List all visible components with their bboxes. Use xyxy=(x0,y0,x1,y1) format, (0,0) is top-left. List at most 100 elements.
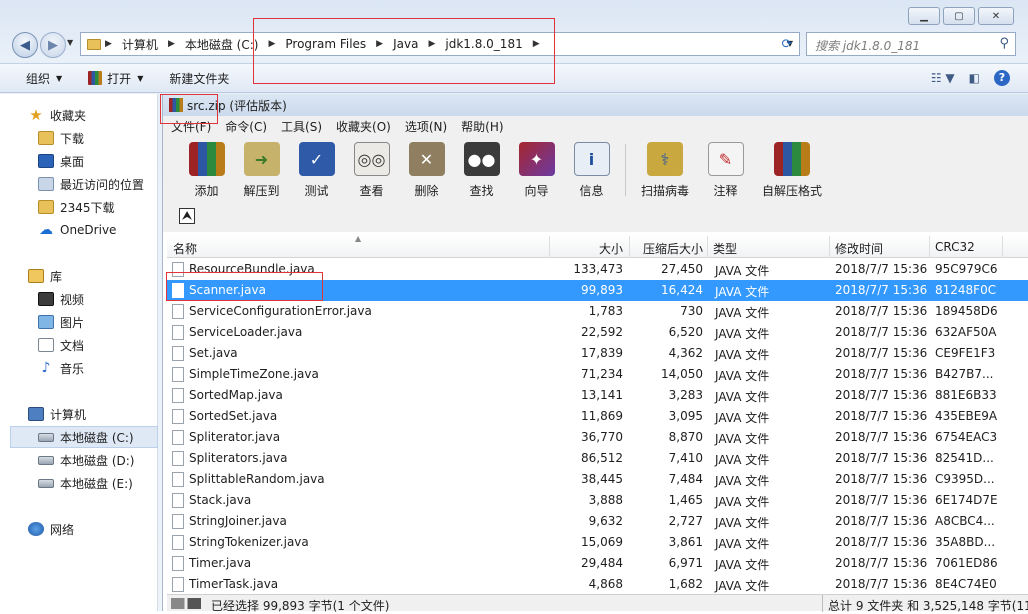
nav-drive-c[interactable]: 本地磁盘 (C:) xyxy=(38,427,134,447)
menu-favorites[interactable]: 收藏夹(O) xyxy=(336,118,391,135)
file-row[interactable]: SortedMap.java 13,141 3,283 JAVA 文件 2018/7/7… xyxy=(167,385,1028,406)
address-bar[interactable]: ▶ 计算机 ▶ 本地磁盘 (C:) ▶ Program Files ▶ Java… xyxy=(80,32,800,56)
col-type[interactable]: 类型 xyxy=(713,240,737,257)
column-divider[interactable] xyxy=(629,236,630,258)
open-button[interactable]: 打开 ▼ xyxy=(88,70,143,87)
column-divider[interactable] xyxy=(549,236,550,258)
breadcrumb-computer[interactable]: 计算机 xyxy=(122,36,158,53)
col-modified[interactable]: 修改时间 xyxy=(835,240,883,257)
nav-desktop[interactable]: 桌面 xyxy=(38,151,84,171)
col-size[interactable]: 大小 xyxy=(599,240,623,257)
refresh-icon[interactable]: ⟳ xyxy=(776,32,798,56)
file-row[interactable]: Set.java 17,839 4,362 JAVA 文件 2018/7/7 15:36… xyxy=(167,343,1028,364)
delete-button[interactable]: ✕ 删除 xyxy=(399,136,454,202)
back-button[interactable]: ◀ xyxy=(12,32,38,58)
organize-button[interactable]: 组织 ▼ xyxy=(26,70,62,87)
file-row[interactable]: SimpleTimeZone.java 71,234 14,050 JAVA 文件 20… xyxy=(167,364,1028,385)
file-row[interactable]: Stack.java 3,888 1,465 JAVA 文件 2018/7/7 15:3… xyxy=(167,490,1028,511)
breadcrumb-separator-icon[interactable]: ▶ xyxy=(376,39,383,49)
file-list-header: 名称 ▲ 大小 压缩后大小 类型 修改时间 CRC32 xyxy=(167,236,1028,258)
menu-command[interactable]: 命令(C) xyxy=(225,118,267,135)
find-button[interactable]: ●● 查找 xyxy=(454,136,509,202)
cell-size: 38,445 xyxy=(581,472,623,486)
nav-library[interactable]: 库 xyxy=(28,266,62,286)
nav-label: 2345下载 xyxy=(60,200,115,215)
file-row[interactable]: ResourceBundle.java 133,473 27,450 JAVA 文件 2… xyxy=(167,259,1028,280)
menu-tools[interactable]: 工具(S) xyxy=(281,118,322,135)
search-icon[interactable]: ⚲ xyxy=(999,36,1009,51)
preview-pane-icon[interactable]: ◧ xyxy=(969,71,980,85)
cell-crc: 7061ED86 xyxy=(935,556,998,570)
help-icon[interactable]: ? xyxy=(994,70,1010,86)
up-folder-icon[interactable]: ⮝ xyxy=(179,208,195,224)
info-button[interactable]: i 信息 xyxy=(564,136,619,202)
breadcrumb-separator-icon[interactable]: ▶ xyxy=(168,39,175,49)
col-packed[interactable]: 压缩后大小 xyxy=(643,240,703,257)
file-row[interactable]: TimerTask.java 4,868 1,682 JAVA 文件 2018/7/7 … xyxy=(167,574,1028,594)
sfx-button[interactable]: 自解压格式 xyxy=(753,136,831,202)
winrar-toolbar: 添加 ➜ 解压到 ✓ 测试 ◎◎ 查看 ✕ 删除 ●● 查找 ✦ 向导 i 信息 ⚕ 扫描病毒 … xyxy=(163,136,1028,202)
column-divider[interactable] xyxy=(707,236,708,258)
search-input[interactable]: 搜索 jdk1.8.0_181 ⚲ xyxy=(806,32,1016,56)
nav-documents[interactable]: 文档 xyxy=(38,335,84,355)
file-row[interactable]: Spliterators.java 86,512 7,410 JAVA 文件 2018/… xyxy=(167,448,1028,469)
nav-drive-d[interactable]: 本地磁盘 (D:) xyxy=(38,450,134,470)
nav-drive-e[interactable]: 本地磁盘 (E:) xyxy=(38,473,133,493)
breadcrumb-program-files[interactable]: Program Files xyxy=(285,37,366,51)
cell-packed: 8,870 xyxy=(668,430,703,444)
cell-size: 29,484 xyxy=(581,556,623,570)
nav-favorites[interactable]: ★ 收藏夹 xyxy=(28,105,86,125)
nav-downloads[interactable]: 下载 xyxy=(38,128,84,148)
file-row[interactable]: SplittableRandom.java 38,445 7,484 JAVA 文件 2… xyxy=(167,469,1028,490)
comment-button[interactable]: ✎ 注释 xyxy=(698,136,753,202)
menu-help[interactable]: 帮助(H) xyxy=(461,118,503,135)
file-row[interactable]: Spliterator.java 36,770 8,870 JAVA 文件 2018/7… xyxy=(167,427,1028,448)
view-button[interactable]: ◎◎ 查看 xyxy=(344,136,399,202)
virus-scan-button[interactable]: ⚕ 扫描病毒 xyxy=(632,136,698,202)
column-divider[interactable] xyxy=(1002,236,1003,258)
cell-packed: 16,424 xyxy=(661,283,703,297)
nav-computer[interactable]: 计算机 xyxy=(28,404,86,424)
menu-file[interactable]: 文件(F) xyxy=(171,118,211,135)
col-name[interactable]: 名称 xyxy=(173,240,197,257)
col-crc[interactable]: CRC32 xyxy=(935,240,975,254)
wizard-button[interactable]: ✦ 向导 xyxy=(509,136,564,202)
cell-type: JAVA 文件 xyxy=(715,495,770,509)
history-dropdown-icon[interactable]: ▼ xyxy=(67,38,73,47)
extract-to-button[interactable]: ➜ 解压到 xyxy=(234,136,289,202)
nav-2345-downloads[interactable]: 2345下载 xyxy=(38,197,115,217)
breadcrumb-drive-c[interactable]: 本地磁盘 (C:) xyxy=(185,36,259,53)
nav-recent[interactable]: 最近访问的位置 xyxy=(38,174,144,194)
breadcrumb-separator-icon[interactable]: ▶ xyxy=(533,39,540,49)
new-folder-button[interactable]: 新建文件夹 xyxy=(169,70,229,87)
file-row[interactable]: SortedSet.java 11,869 3,095 JAVA 文件 2018/7/7… xyxy=(167,406,1028,427)
nav-network[interactable]: 网络 xyxy=(28,519,74,539)
nav-onedrive[interactable]: ☁ OneDrive xyxy=(38,220,116,240)
file-row[interactable]: ServiceLoader.java 22,592 6,520 JAVA 文件 2018… xyxy=(167,322,1028,343)
maximize-button[interactable]: ▢ xyxy=(943,7,975,25)
breadcrumb-jdk[interactable]: jdk1.8.0_181 xyxy=(445,37,522,51)
file-row[interactable]: Timer.java 29,484 6,971 JAVA 文件 2018/7/7 15:… xyxy=(167,553,1028,574)
minimize-button[interactable]: ▁ xyxy=(908,7,940,25)
file-row[interactable]: StringTokenizer.java 15,069 3,861 JAVA 文件 20… xyxy=(167,532,1028,553)
breadcrumb-java[interactable]: Java xyxy=(393,37,418,51)
file-row[interactable]: Scanner.java 99,893 16,424 JAVA 文件 2018/7/7 … xyxy=(167,280,1028,301)
forward-button[interactable]: ▶ xyxy=(40,32,66,58)
close-button[interactable]: ✕ xyxy=(978,7,1014,25)
test-button[interactable]: ✓ 测试 xyxy=(289,136,344,202)
nav-pictures[interactable]: 图片 xyxy=(38,312,84,332)
view-options-icon[interactable]: ☷ ▼ xyxy=(931,71,955,85)
breadcrumb-separator-icon[interactable]: ▶ xyxy=(105,39,112,49)
nav-music[interactable]: ♪ 音乐 xyxy=(38,358,84,378)
explorer-toolbar: 组织 ▼ 打开 ▼ 新建文件夹 ☷ ▼ ◧ ? xyxy=(0,63,1028,93)
column-divider[interactable] xyxy=(829,236,830,258)
breadcrumb-separator-icon[interactable]: ▶ xyxy=(428,39,435,49)
add-button[interactable]: 添加 xyxy=(179,136,234,202)
menu-options[interactable]: 选项(N) xyxy=(405,118,447,135)
breadcrumb-separator-icon[interactable]: ▶ xyxy=(268,39,275,49)
cell-packed: 1,465 xyxy=(668,493,703,507)
column-divider[interactable] xyxy=(929,236,930,258)
file-row[interactable]: StringJoiner.java 9,632 2,727 JAVA 文件 2018/7… xyxy=(167,511,1028,532)
file-row[interactable]: ServiceConfigurationError.java 1,783 730 JA… xyxy=(167,301,1028,322)
nav-video[interactable]: 视频 xyxy=(38,289,84,309)
